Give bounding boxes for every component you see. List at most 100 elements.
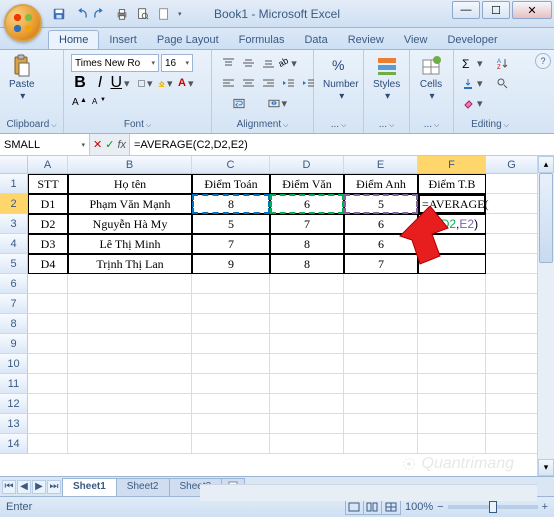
vertical-scrollbar[interactable]: ▴ ▾ bbox=[537, 156, 554, 476]
zoom-in[interactable]: + bbox=[542, 501, 548, 513]
qat-undo[interactable] bbox=[71, 5, 89, 23]
row-header[interactable]: 14 bbox=[0, 434, 28, 454]
cell-C13[interactable] bbox=[192, 414, 270, 434]
cell-B10[interactable] bbox=[68, 354, 192, 374]
font-color-button[interactable]: A▾ bbox=[177, 74, 195, 92]
row-header[interactable]: 13 bbox=[0, 414, 28, 434]
cell-F6[interactable] bbox=[418, 274, 486, 294]
cell-C5[interactable]: 9 bbox=[192, 254, 270, 274]
cell-F5[interactable] bbox=[418, 254, 486, 274]
sheet-next[interactable]: ▶ bbox=[32, 480, 46, 494]
styles-button[interactable]: Styles▾ bbox=[369, 52, 404, 104]
zoom-slider[interactable] bbox=[448, 505, 538, 509]
row-header[interactable]: 9 bbox=[0, 334, 28, 354]
find-button[interactable] bbox=[493, 74, 511, 92]
row-header[interactable]: 5 bbox=[0, 254, 28, 274]
cell-D7[interactable] bbox=[270, 294, 344, 314]
enter-formula-icon[interactable]: ✓ bbox=[105, 138, 114, 151]
wrap-text-button[interactable] bbox=[219, 94, 259, 112]
cell-B1[interactable]: Họ tên bbox=[68, 174, 192, 194]
cell-G1[interactable] bbox=[486, 174, 538, 194]
cell-D12[interactable] bbox=[270, 394, 344, 414]
autosum-button[interactable]: Σ▾ bbox=[461, 54, 491, 72]
tab-review[interactable]: Review bbox=[338, 31, 394, 49]
cell-G9[interactable] bbox=[486, 334, 538, 354]
row-header[interactable]: 7 bbox=[0, 294, 28, 314]
align-left[interactable] bbox=[219, 74, 237, 92]
cell-G7[interactable] bbox=[486, 294, 538, 314]
cell-C3[interactable]: 5 bbox=[192, 214, 270, 234]
cell-D14[interactable] bbox=[270, 434, 344, 454]
row-header[interactable]: 1 bbox=[0, 174, 28, 194]
cell-B6[interactable] bbox=[68, 274, 192, 294]
sheet-tab-sheet2[interactable]: Sheet2 bbox=[116, 478, 170, 496]
cell-C7[interactable] bbox=[192, 294, 270, 314]
sort-button[interactable]: AZ bbox=[493, 54, 511, 72]
cell-F2[interactable]: =AVERAGE( bbox=[418, 194, 486, 214]
col-header-C[interactable]: C bbox=[192, 156, 270, 173]
cell-B4[interactable]: Lê Thị Minh bbox=[68, 234, 192, 254]
qat-customize[interactable]: ▾ bbox=[178, 10, 182, 18]
cell-C12[interactable] bbox=[192, 394, 270, 414]
tab-data[interactable]: Data bbox=[294, 31, 337, 49]
cell-C2[interactable]: 8 bbox=[192, 194, 270, 214]
col-header-A[interactable]: A bbox=[28, 156, 68, 173]
paste-button[interactable]: Paste ▾ bbox=[5, 52, 39, 104]
align-center[interactable] bbox=[239, 74, 257, 92]
cell-F4[interactable] bbox=[418, 234, 486, 254]
align-top[interactable] bbox=[219, 54, 237, 72]
italic-button[interactable]: I bbox=[91, 74, 109, 92]
cell-E7[interactable] bbox=[344, 294, 418, 314]
align-middle[interactable] bbox=[239, 54, 257, 72]
cell-G8[interactable] bbox=[486, 314, 538, 334]
col-header-B[interactable]: B bbox=[68, 156, 192, 173]
cell-A4[interactable]: D3 bbox=[28, 234, 68, 254]
zoom-out[interactable]: − bbox=[437, 501, 443, 513]
tab-developer[interactable]: Developer bbox=[437, 31, 507, 49]
row-header[interactable]: 8 bbox=[0, 314, 28, 334]
cell-G12[interactable] bbox=[486, 394, 538, 414]
cell-C6[interactable] bbox=[192, 274, 270, 294]
qat-preview[interactable] bbox=[134, 5, 152, 23]
qat-redo[interactable] bbox=[92, 5, 110, 23]
cell-A7[interactable] bbox=[28, 294, 68, 314]
sheet-last[interactable]: ⏭ bbox=[47, 480, 61, 494]
qat-new[interactable] bbox=[155, 5, 173, 23]
cell-F13[interactable] bbox=[418, 414, 486, 434]
cell-C11[interactable] bbox=[192, 374, 270, 394]
cell-D9[interactable] bbox=[270, 334, 344, 354]
cell-F14[interactable] bbox=[418, 434, 486, 454]
scroll-thumb[interactable] bbox=[539, 173, 553, 263]
close-button[interactable]: ✕ bbox=[512, 1, 552, 19]
cell-E13[interactable] bbox=[344, 414, 418, 434]
view-normal[interactable] bbox=[346, 500, 364, 514]
cell-B9[interactable] bbox=[68, 334, 192, 354]
cell-B14[interactable] bbox=[68, 434, 192, 454]
cell-C4[interactable]: 7 bbox=[192, 234, 270, 254]
cell-G6[interactable] bbox=[486, 274, 538, 294]
tab-formulas[interactable]: Formulas bbox=[229, 31, 295, 49]
cell-A10[interactable] bbox=[28, 354, 68, 374]
formula-input[interactable]: =AVERAGE(C2,D2,E2) bbox=[130, 134, 554, 155]
cell-G13[interactable] bbox=[486, 414, 538, 434]
cell-F8[interactable] bbox=[418, 314, 486, 334]
cell-D13[interactable] bbox=[270, 414, 344, 434]
cell-G11[interactable] bbox=[486, 374, 538, 394]
cell-D10[interactable] bbox=[270, 354, 344, 374]
minimize-button[interactable]: — bbox=[452, 1, 480, 19]
cell-C14[interactable] bbox=[192, 434, 270, 454]
align-bottom[interactable] bbox=[259, 54, 277, 72]
cell-F1[interactable]: Điểm T.B bbox=[418, 174, 486, 194]
cell-B3[interactable]: Nguyễn Hà My bbox=[68, 214, 192, 234]
decrease-indent[interactable] bbox=[279, 74, 297, 92]
cell-A8[interactable] bbox=[28, 314, 68, 334]
zoom-level[interactable]: 100% bbox=[405, 501, 433, 513]
col-header-E[interactable]: E bbox=[344, 156, 418, 173]
cell-A1[interactable]: STT bbox=[28, 174, 68, 194]
cell-B11[interactable] bbox=[68, 374, 192, 394]
cell-D5[interactable]: 8 bbox=[270, 254, 344, 274]
cell-A9[interactable] bbox=[28, 334, 68, 354]
worksheet-grid[interactable]: ABCDEFG 1STTHọ tênĐiểm ToánĐiểm VănĐiểm … bbox=[0, 156, 554, 476]
col-header-G[interactable]: G bbox=[486, 156, 538, 173]
col-header-F[interactable]: F bbox=[418, 156, 486, 173]
